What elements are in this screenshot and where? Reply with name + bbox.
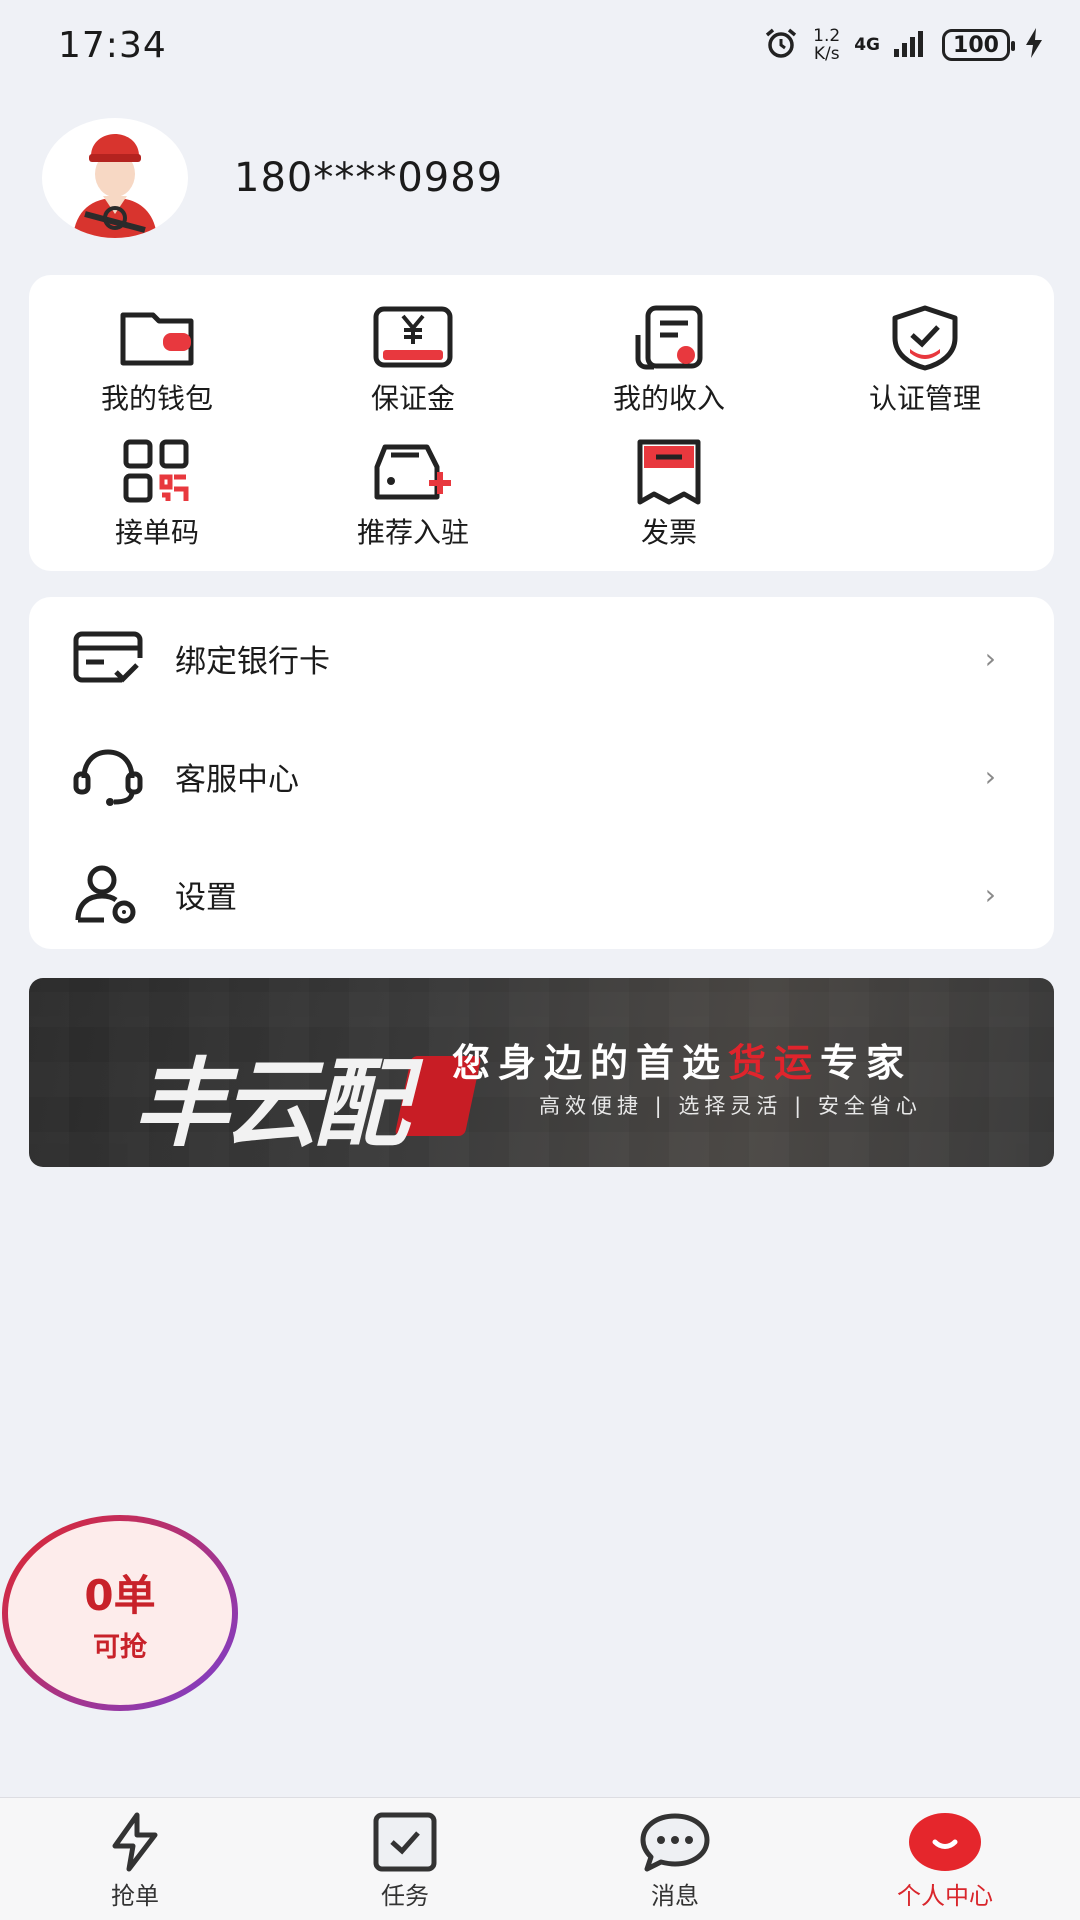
chat-bubble-icon — [639, 1810, 711, 1874]
income-label: 我的收入 — [612, 382, 725, 415]
battery-indicator: 100 — [942, 29, 1015, 61]
banner-subtitle: 高效便捷 | 选择灵活 | 安全省心 — [539, 1094, 922, 1118]
recommend-label: 推荐入驻 — [356, 516, 469, 549]
bank-card-icon — [69, 626, 147, 690]
invoice-icon — [627, 435, 711, 509]
profile-header: 180****0989 — [42, 118, 503, 238]
qr-code-icon — [115, 435, 199, 509]
bottom-tab-bar: 抢单 任务 消息 个人中心 — [0, 1797, 1080, 1920]
slogan-post: 专家 — [820, 1041, 913, 1085]
speed-value: 1.2 — [813, 26, 841, 46]
speed-unit: K/s — [813, 44, 840, 64]
wallet-button[interactable]: 我的钱包 — [29, 301, 285, 435]
slogan-highlight: 货运 — [728, 1041, 821, 1085]
order-code-button[interactable]: 接单码 — [29, 435, 285, 569]
settings-menu-card: 绑定银行卡 › 客服中心 › 设置 › — [29, 597, 1054, 949]
status-time: 17:34 — [58, 24, 167, 66]
chevron-right-icon: › — [984, 877, 996, 911]
menu-label: 绑定银行卡 — [175, 643, 330, 680]
available-orders-bubble[interactable]: 0单 可抢 — [2, 1515, 238, 1711]
certification-label: 认证管理 — [868, 382, 981, 415]
logo-text: 丰云配 — [133, 1047, 409, 1160]
driver-avatar-icon — [73, 134, 157, 238]
truck-plus-icon — [371, 435, 455, 509]
tab-label: 任务 — [381, 1882, 429, 1910]
tab-label: 抢单 — [111, 1882, 159, 1910]
brand-logo: 丰云配 — [73, 996, 482, 1160]
user-phone: 180****0989 — [234, 155, 504, 201]
user-settings-icon — [69, 862, 147, 926]
invoice-label: 发票 — [640, 516, 697, 549]
alarm-icon — [763, 27, 799, 63]
avatar[interactable] — [42, 118, 188, 238]
wallet-label: 我的钱包 — [100, 382, 213, 415]
task-check-icon — [369, 1810, 441, 1874]
available-orders-count: 0单 — [84, 1571, 156, 1620]
tab-profile[interactable]: 个人中心 — [810, 1798, 1080, 1920]
chevron-right-icon: › — [984, 759, 996, 793]
invoice-button[interactable]: 发票 — [541, 435, 797, 569]
tab-label: 消息 — [651, 1882, 699, 1910]
recommend-button[interactable]: 推荐入驻 — [285, 435, 541, 569]
profile-smile-icon — [909, 1810, 981, 1874]
tab-label: 个人中心 — [897, 1882, 993, 1910]
menu-item-settings[interactable]: 设置 › — [29, 835, 1054, 953]
status-bar: 17:34 1.2 K/s 4G 100 — [0, 0, 1080, 90]
banner-slogan: 您身边的首选货运专家 — [452, 1032, 912, 1087]
tab-messages[interactable]: 消息 — [540, 1798, 810, 1920]
network-type: 4G — [854, 35, 880, 55]
menu-item-customer-service[interactable]: 客服中心 › — [29, 717, 1054, 835]
wallet-icon — [115, 301, 199, 375]
tab-tasks[interactable]: 任务 — [270, 1798, 540, 1920]
charging-icon — [1024, 28, 1044, 62]
certification-button[interactable]: 认证管理 — [797, 301, 1053, 435]
slogan-pre: 您身边的首选 — [452, 1041, 729, 1085]
menu-label: 客服中心 — [175, 761, 299, 798]
tab-grab-orders[interactable]: 抢单 — [0, 1798, 270, 1920]
lightning-icon — [99, 1810, 171, 1874]
available-orders-label: 可抢 — [93, 1632, 147, 1663]
deposit-yen-icon — [371, 301, 455, 375]
status-icons: 1.2 K/s 4G 100 — [763, 27, 1044, 63]
network-speed: 1.2 K/s — [813, 27, 840, 63]
shield-check-icon — [883, 301, 967, 375]
deposit-button[interactable]: 保证金 — [285, 301, 541, 435]
menu-label: 设置 — [175, 879, 237, 916]
promo-banner[interactable]: 丰云配 您身边的首选货运专家 高效便捷 | 选择灵活 | 安全省心 — [29, 978, 1054, 1167]
signal-icon — [894, 29, 928, 61]
order-code-label: 接单码 — [114, 516, 199, 549]
quick-actions-card: 我的钱包 保证金 我的收入 认证管理 接单码 推荐入驻 发票 — [29, 275, 1054, 571]
menu-item-bind-bank-card[interactable]: 绑定银行卡 › — [29, 599, 1054, 717]
available-orders-inner: 0单 可抢 — [8, 1521, 232, 1705]
headset-icon — [69, 744, 147, 808]
income-document-icon — [627, 301, 711, 375]
income-button[interactable]: 我的收入 — [541, 301, 797, 435]
deposit-label: 保证金 — [370, 382, 455, 415]
chevron-right-icon: › — [984, 641, 996, 675]
